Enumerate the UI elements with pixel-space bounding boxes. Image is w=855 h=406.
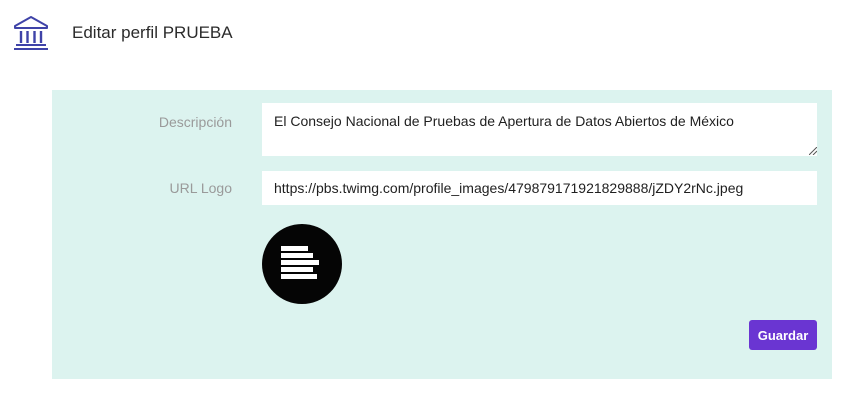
save-button[interactable]: Guardar <box>749 320 817 350</box>
page-title: Editar perfil PRUEBA <box>72 23 233 42</box>
edit-profile-page: Editar perfil PRUEBA Descripción El Cons… <box>0 0 855 406</box>
description-label: Descripción <box>158 114 232 130</box>
logo-url-field[interactable] <box>262 171 817 205</box>
logo-url-label: URL Logo <box>169 180 232 196</box>
logo-bars-icon <box>281 246 319 279</box>
profile-form-panel: Descripción El Consejo Nacional de Prueb… <box>52 90 832 379</box>
description-field[interactable]: El Consejo Nacional de Pruebas de Apertu… <box>262 103 817 156</box>
resize-grip-icon[interactable] <box>809 147 817 155</box>
logo-preview <box>262 224 342 304</box>
institution-icon <box>14 16 48 50</box>
